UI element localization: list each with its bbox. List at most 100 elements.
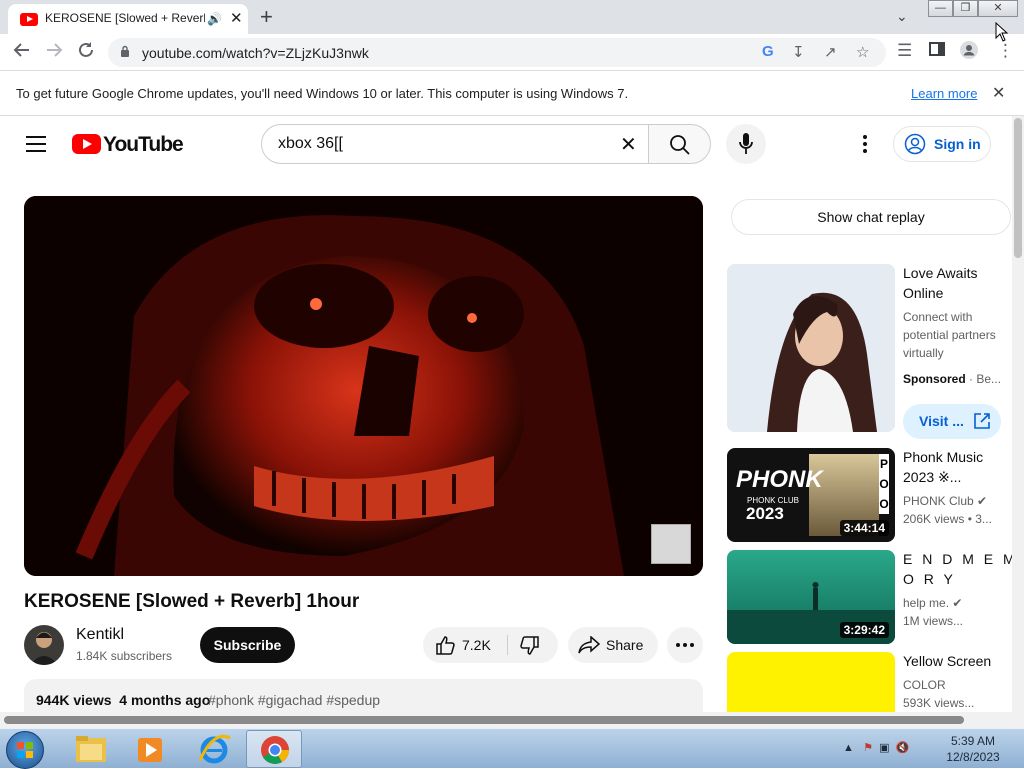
rec-title-end-memory-2[interactable]: O R Y — [903, 569, 956, 589]
rec-thumbnail-phonk[interactable]: PHONK PHONK CLUB 2023 P O O 3:44:14 — [727, 448, 895, 542]
restore-button[interactable]: ❐ — [953, 0, 978, 17]
clear-search-icon[interactable]: ✕ — [620, 132, 637, 157]
thumbs-down-icon[interactable] — [520, 636, 540, 656]
rec-channel-phonk[interactable]: PHONK Club ✔ — [903, 492, 987, 510]
close-window-button[interactable]: ✕ — [978, 0, 1018, 17]
minimize-button[interactable]: — — [928, 0, 953, 17]
microphone-icon — [739, 133, 753, 154]
thumb-year-text: 2023 — [746, 504, 784, 523]
new-tab-button[interactable]: + — [260, 4, 273, 30]
folder-icon — [76, 736, 106, 762]
thumb-side-text: P O O — [879, 454, 889, 514]
youtube-play-logo-icon — [72, 134, 101, 154]
channel-label: help me. — [903, 596, 950, 610]
windows-taskbar: ▲ ⚑ ▣ 🔇 5:39 AM 12/8/2023 — [0, 728, 1024, 769]
side-panel-icon[interactable] — [929, 41, 945, 57]
media-controls-icon[interactable]: ☰ — [897, 41, 912, 61]
rec-thumbnail-end-memory[interactable]: 3:29:42 — [727, 550, 895, 644]
learn-more-link[interactable]: Learn more — [911, 86, 977, 101]
ad-thumbnail[interactable] — [727, 264, 895, 432]
speaker-icon[interactable]: 🔊 — [207, 12, 222, 26]
google-lens-icon[interactable]: G — [762, 43, 774, 60]
internet-explorer-icon — [198, 734, 231, 764]
rec-title-phonk-1[interactable]: Phonk Music — [903, 447, 983, 467]
youtube-favicon-icon — [20, 13, 38, 26]
reload-icon[interactable] — [77, 41, 95, 59]
url-text[interactable]: youtube.com/watch?v=ZLjzKuJ3nwk — [142, 45, 369, 61]
video-player[interactable] — [24, 196, 703, 576]
channel-avatar[interactable] — [24, 625, 64, 665]
address-bar[interactable]: youtube.com/watch?v=ZLjzKuJ3nwk G ↧ ↗ ☆ — [108, 38, 886, 67]
hashtags[interactable]: #phonk #gigachad #spedup — [208, 692, 380, 708]
show-chat-replay-button[interactable]: Show chat replay — [731, 199, 1011, 235]
search-icon — [670, 135, 690, 155]
rec-thumbnail-yellow[interactable] — [727, 652, 895, 712]
sponsored-label: Sponsored — [903, 372, 966, 386]
like-dislike-group: 7.2K — [423, 627, 558, 663]
subscribe-button[interactable]: Subscribe — [200, 627, 295, 663]
media-player-taskbar-button[interactable] — [122, 730, 178, 768]
forward-icon[interactable] — [45, 41, 63, 59]
system-tray: ▲ ⚑ ▣ 🔇 — [843, 741, 909, 754]
more-actions-button[interactable] — [667, 627, 703, 663]
verified-icon: ✔ — [977, 494, 988, 508]
settings-dots-icon[interactable] — [855, 134, 875, 154]
horizontal-scrollbar[interactable] — [0, 712, 1012, 728]
close-tab-icon[interactable]: ✕ — [230, 9, 243, 27]
rec-title-phonk-2[interactable]: 2023 ※... — [903, 467, 961, 487]
browser-tab[interactable]: KEROSENE [Slowed + Reverb] 1hour - YouTu… — [8, 4, 248, 34]
channel-watermark-image[interactable] — [651, 524, 691, 564]
share-page-icon[interactable]: ↗ — [824, 43, 837, 61]
like-count[interactable]: 7.2K — [462, 637, 491, 653]
account-icon — [904, 133, 926, 155]
thumbs-up-icon[interactable] — [435, 635, 455, 655]
verified-icon: ✔ — [952, 596, 963, 610]
channel-name[interactable]: Kentikl — [76, 626, 124, 644]
lock-icon — [121, 45, 129, 57]
search-input[interactable]: xbox 36[[ ✕ — [261, 124, 649, 164]
vertical-scroll-thumb[interactable] — [1014, 118, 1022, 258]
rec-meta-phonk: 206K views • 3... — [903, 512, 992, 526]
install-icon[interactable]: ↧ — [792, 43, 805, 61]
volume-muted-icon[interactable]: 🔇 — [896, 742, 910, 754]
browser-tab-strip: KEROSENE [Slowed + Reverb] 1hour - YouTu… — [0, 0, 1024, 34]
share-button[interactable]: Share — [568, 627, 658, 663]
voice-search-button[interactable] — [726, 124, 766, 164]
ad-title-line2[interactable]: Online — [903, 283, 943, 303]
share-label: Share — [606, 637, 644, 653]
visit-ad-button[interactable]: Visit ... — [903, 404, 1001, 439]
mouse-cursor-icon — [995, 22, 1009, 42]
sign-in-button[interactable]: Sign in — [893, 126, 991, 162]
windows-logo-icon — [17, 742, 33, 758]
tab-search-chevron-icon[interactable]: ⌄ — [896, 8, 908, 25]
ad-title-line1[interactable]: Love Awaits — [903, 263, 977, 283]
subscriber-count: 1.84K subscribers — [76, 649, 173, 663]
menu-hamburger-icon[interactable] — [26, 136, 46, 152]
infobar-close-icon[interactable]: ✕ — [992, 83, 1005, 103]
internet-explorer-taskbar-button[interactable] — [186, 730, 242, 768]
rec-title-yellow[interactable]: Yellow Screen — [903, 651, 991, 671]
update-infobar: To get future Google Chrome updates, you… — [0, 72, 1024, 116]
bookmark-star-icon[interactable]: ☆ — [856, 43, 869, 61]
search-query[interactable]: xbox 36[[ — [278, 135, 343, 153]
chrome-taskbar-button[interactable] — [246, 730, 302, 768]
channel-label: PHONK Club — [903, 494, 974, 508]
rec-channel-yellow[interactable]: COLOR — [903, 676, 946, 694]
chrome-menu-icon[interactable]: ⋮ — [997, 41, 1014, 61]
back-icon[interactable] — [13, 41, 31, 59]
rec-channel-end-memory[interactable]: help me. ✔ — [903, 594, 962, 612]
duration-badge: 3:44:14 — [839, 520, 889, 536]
visit-label: Visit ... — [919, 413, 964, 429]
profile-icon[interactable] — [960, 41, 978, 59]
network-icon[interactable]: ▣ — [879, 742, 889, 754]
search-button[interactable] — [648, 124, 711, 164]
taskbar-clock[interactable]: 5:39 AM 12/8/2023 — [938, 733, 1008, 765]
rec-title-end-memory-1[interactable]: E N D M E M — [903, 549, 1018, 569]
sponsored-row: Sponsored · Be... — [903, 370, 1001, 388]
show-hidden-icons-icon[interactable]: ▲ — [843, 742, 854, 754]
vertical-scrollbar[interactable] — [1012, 116, 1024, 728]
horizontal-scroll-thumb[interactable] — [4, 716, 964, 724]
start-button[interactable] — [6, 731, 44, 769]
explorer-taskbar-button[interactable] — [62, 730, 118, 768]
action-center-icon[interactable]: ⚑ — [863, 742, 873, 754]
